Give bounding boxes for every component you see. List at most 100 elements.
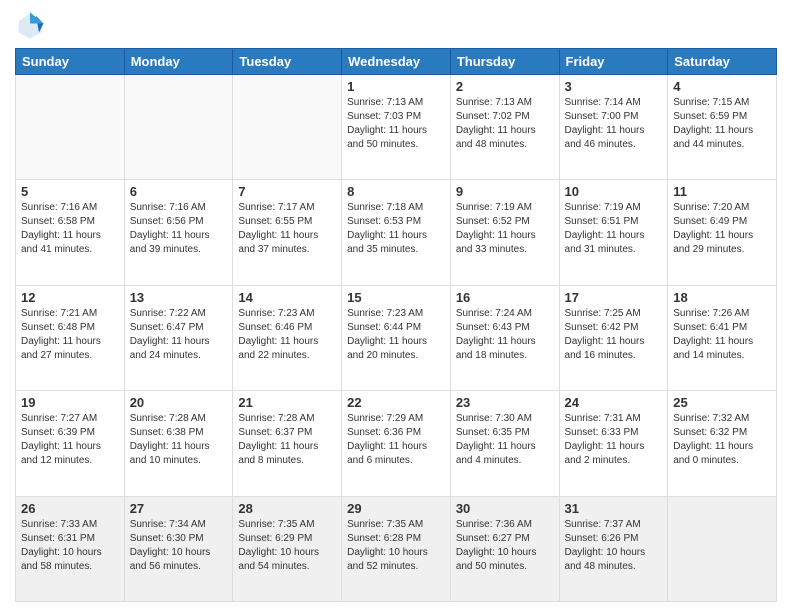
day-number: 7 [238,184,336,199]
day-info: Sunrise: 7:18 AM Sunset: 6:53 PM Dayligh… [347,201,445,257]
day-info: Sunrise: 7:32 AM Sunset: 6:32 PM Dayligh… [673,412,771,468]
day-info: Sunrise: 7:13 AM Sunset: 7:02 PM Dayligh… [456,96,554,152]
calendar-cell: 15 Sunrise: 7:23 AM Sunset: 6:44 PM Dayli… [342,285,451,390]
calendar-cell: 6 Sunrise: 7:16 AM Sunset: 6:56 PM Daylig… [124,180,233,285]
day-info: Sunrise: 7:28 AM Sunset: 6:37 PM Dayligh… [238,412,336,468]
day-info: Sunrise: 7:33 AM Sunset: 6:31 PM Dayligh… [21,518,119,574]
calendar-cell: 16Sunrise: 7:24 AM Sunset: 6:43 PM Dayli… [450,285,559,390]
calendar-cell: 23 Sunrise: 7:30 AM Sunset: 6:35 PM Dayli… [450,391,559,496]
calendar-cell: 27 Sunrise: 7:34 AM Sunset: 6:30 PM Dayli… [124,496,233,601]
day-number: 6 [130,184,228,199]
calendar-cell: 19Sunrise: 7:27 AM Sunset: 6:39 PM Dayli… [16,391,125,496]
day-info: Sunrise: 7:25 AM Sunset: 6:42 PM Dayligh… [565,307,663,363]
calendar-week-row: 26Sunrise: 7:33 AM Sunset: 6:31 PM Dayli… [16,496,777,601]
day-number: 28 [238,501,336,516]
day-info: Sunrise: 7:20 AM Sunset: 6:49 PM Dayligh… [673,201,771,257]
day-number: 21 [238,395,336,410]
day-number: 18 [673,290,771,305]
logo-icon [15,10,45,40]
logo [15,10,49,40]
day-info: Sunrise: 7:23 AM Sunset: 6:44 PM Dayligh… [347,307,445,363]
calendar-cell: 4Sunrise: 7:15 AM Sunset: 6:59 PM Daylig… [668,75,777,180]
calendar-cell: 31 Sunrise: 7:37 AM Sunset: 6:26 PM Dayli… [559,496,668,601]
day-info: Sunrise: 7:23 AM Sunset: 6:46 PM Dayligh… [238,307,336,363]
calendar-cell: 8 Sunrise: 7:18 AM Sunset: 6:53 PM Daylig… [342,180,451,285]
calendar-week-row: 12 Sunrise: 7:21 AM Sunset: 6:48 PM Dayli… [16,285,777,390]
day-number: 10 [565,184,663,199]
calendar-cell: 1 Sunrise: 7:13 AM Sunset: 7:03 PM Daylig… [342,75,451,180]
calendar-cell: 13 Sunrise: 7:22 AM Sunset: 6:47 PM Dayli… [124,285,233,390]
calendar-cell: 30 Sunrise: 7:36 AM Sunset: 6:27 PM Dayli… [450,496,559,601]
day-number: 1 [347,79,445,94]
day-info: Sunrise: 7:29 AM Sunset: 6:36 PM Dayligh… [347,412,445,468]
day-number: 22 [347,395,445,410]
day-info: Sunrise: 7:30 AM Sunset: 6:35 PM Dayligh… [456,412,554,468]
calendar-cell: 24 Sunrise: 7:31 AM Sunset: 6:33 PM Dayli… [559,391,668,496]
day-number: 29 [347,501,445,516]
day-info: Sunrise: 7:31 AM Sunset: 6:33 PM Dayligh… [565,412,663,468]
calendar-cell: 21 Sunrise: 7:28 AM Sunset: 6:37 PM Dayli… [233,391,342,496]
day-info: Sunrise: 7:13 AM Sunset: 7:03 PM Dayligh… [347,96,445,152]
day-number: 8 [347,184,445,199]
day-info: Sunrise: 7:36 AM Sunset: 6:27 PM Dayligh… [456,518,554,574]
calendar-cell: 17Sunrise: 7:25 AM Sunset: 6:42 PM Dayli… [559,285,668,390]
calendar-cell: 14 Sunrise: 7:23 AM Sunset: 6:46 PM Dayli… [233,285,342,390]
calendar-cell: 10Sunrise: 7:19 AM Sunset: 6:51 PM Dayli… [559,180,668,285]
day-number: 9 [456,184,554,199]
day-info: Sunrise: 7:15 AM Sunset: 6:59 PM Dayligh… [673,96,771,152]
calendar-cell: 3 Sunrise: 7:14 AM Sunset: 7:00 PM Daylig… [559,75,668,180]
calendar-cell [668,496,777,601]
calendar-header-saturday: Saturday [668,49,777,75]
day-number: 30 [456,501,554,516]
calendar-week-row: 5 Sunrise: 7:16 AM Sunset: 6:58 PM Daylig… [16,180,777,285]
day-info: Sunrise: 7:21 AM Sunset: 6:48 PM Dayligh… [21,307,119,363]
calendar-cell: 5 Sunrise: 7:16 AM Sunset: 6:58 PM Daylig… [16,180,125,285]
day-info: Sunrise: 7:34 AM Sunset: 6:30 PM Dayligh… [130,518,228,574]
calendar-cell: 26Sunrise: 7:33 AM Sunset: 6:31 PM Dayli… [16,496,125,601]
day-info: Sunrise: 7:16 AM Sunset: 6:58 PM Dayligh… [21,201,119,257]
calendar-header-wednesday: Wednesday [342,49,451,75]
calendar-table: SundayMondayTuesdayWednesdayThursdayFrid… [15,48,777,602]
day-info: Sunrise: 7:14 AM Sunset: 7:00 PM Dayligh… [565,96,663,152]
day-info: Sunrise: 7:28 AM Sunset: 6:38 PM Dayligh… [130,412,228,468]
calendar-header-thursday: Thursday [450,49,559,75]
calendar-cell: 22 Sunrise: 7:29 AM Sunset: 6:36 PM Dayli… [342,391,451,496]
calendar-cell [124,75,233,180]
calendar-week-row: 1 Sunrise: 7:13 AM Sunset: 7:03 PM Daylig… [16,75,777,180]
day-number: 27 [130,501,228,516]
calendar-header-tuesday: Tuesday [233,49,342,75]
day-number: 24 [565,395,663,410]
day-number: 5 [21,184,119,199]
calendar-header-friday: Friday [559,49,668,75]
day-info: Sunrise: 7:16 AM Sunset: 6:56 PM Dayligh… [130,201,228,257]
day-info: Sunrise: 7:35 AM Sunset: 6:29 PM Dayligh… [238,518,336,574]
calendar-cell: 2 Sunrise: 7:13 AM Sunset: 7:02 PM Daylig… [450,75,559,180]
day-info: Sunrise: 7:26 AM Sunset: 6:41 PM Dayligh… [673,307,771,363]
calendar-cell: 11Sunrise: 7:20 AM Sunset: 6:49 PM Dayli… [668,180,777,285]
day-number: 23 [456,395,554,410]
day-number: 20 [130,395,228,410]
day-info: Sunrise: 7:27 AM Sunset: 6:39 PM Dayligh… [21,412,119,468]
day-info: Sunrise: 7:35 AM Sunset: 6:28 PM Dayligh… [347,518,445,574]
day-number: 12 [21,290,119,305]
day-info: Sunrise: 7:24 AM Sunset: 6:43 PM Dayligh… [456,307,554,363]
calendar-cell: 20 Sunrise: 7:28 AM Sunset: 6:38 PM Dayli… [124,391,233,496]
day-number: 15 [347,290,445,305]
calendar-cell: 9Sunrise: 7:19 AM Sunset: 6:52 PM Daylig… [450,180,559,285]
calendar-header-sunday: Sunday [16,49,125,75]
day-number: 31 [565,501,663,516]
calendar-header-monday: Monday [124,49,233,75]
calendar-cell: 29 Sunrise: 7:35 AM Sunset: 6:28 PM Dayli… [342,496,451,601]
day-info: Sunrise: 7:22 AM Sunset: 6:47 PM Dayligh… [130,307,228,363]
day-info: Sunrise: 7:37 AM Sunset: 6:26 PM Dayligh… [565,518,663,574]
day-number: 3 [565,79,663,94]
day-info: Sunrise: 7:17 AM Sunset: 6:55 PM Dayligh… [238,201,336,257]
calendar-cell: 28 Sunrise: 7:35 AM Sunset: 6:29 PM Dayli… [233,496,342,601]
day-number: 2 [456,79,554,94]
calendar-cell [16,75,125,180]
calendar-week-row: 19Sunrise: 7:27 AM Sunset: 6:39 PM Dayli… [16,391,777,496]
calendar-cell: 25 Sunrise: 7:32 AM Sunset: 6:32 PM Dayli… [668,391,777,496]
day-number: 13 [130,290,228,305]
day-number: 14 [238,290,336,305]
day-number: 25 [673,395,771,410]
